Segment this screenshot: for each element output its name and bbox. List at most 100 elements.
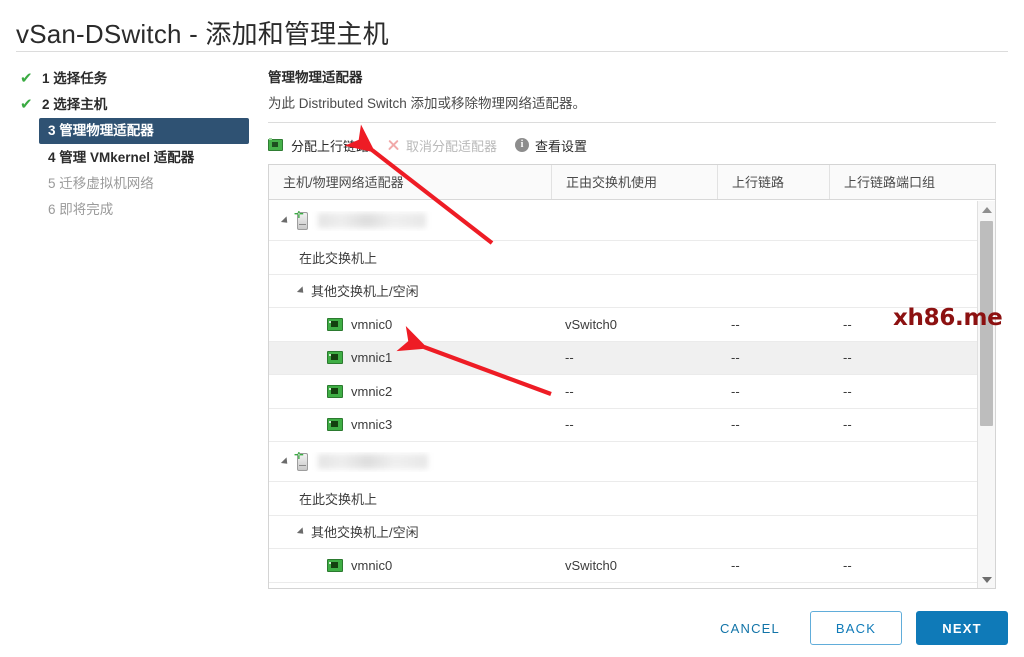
column-header-uplink[interactable]: 上行链路 — [717, 165, 829, 199]
view-settings-label: 查看设置 — [535, 138, 588, 154]
unassign-adapter-label: 取消分配适配器 — [406, 138, 498, 154]
host-icon: ✛ — [294, 452, 310, 472]
uplink-pg-cell: -- — [843, 350, 852, 366]
adapter-name-text: vmnic3 — [351, 417, 393, 433]
adapter-name-cell: vmnic2 — [269, 384, 551, 399]
used-by-cell: -- — [565, 417, 574, 433]
group-label-cell: 其他交换机上/空闲 — [269, 281, 551, 300]
table-row[interactable]: vmnic1 -- -- -- — [269, 583, 995, 589]
used-by-cell: vSwitch0 — [565, 557, 618, 573]
step-2-number: 2 — [42, 97, 50, 112]
uplink-pg-cell: -- — [843, 557, 852, 573]
adapter-name-cell: vmnic1 — [269, 350, 551, 365]
group-label-cell: 在此交换机上 — [299, 250, 378, 266]
table-body: ✛ 在此交换机上 其他交换机上/空闲 vmnic0 vSwitch0 -- --… — [269, 201, 995, 588]
table-row[interactable]: vmnic0 vSwitch0 -- -- — [269, 549, 995, 583]
host-name-cell: ✛ — [269, 452, 551, 472]
sidebar-item-step-2[interactable]: ✔ 2 选择主机 — [14, 92, 254, 117]
redacted-hostname — [318, 213, 426, 228]
step-4-label: 管理 VMkernel 适配器 — [59, 150, 195, 165]
table-row[interactable]: vmnic0 vSwitch0 -- -- — [269, 308, 995, 342]
pane-subtitle: 为此 Distributed Switch 添加或移除物理网络适配器。 — [268, 96, 587, 111]
table-row[interactable]: ✛ — [269, 201, 995, 241]
table-row[interactable]: 在此交换机上 — [269, 241, 995, 275]
view-settings-button[interactable]: i 查看设置 — [515, 136, 587, 155]
nic-assign-icon — [268, 138, 285, 152]
table-toolbar: 分配上行链路 取消分配适配器 i 查看设置 — [268, 134, 1008, 156]
step-4-number: 4 — [48, 150, 56, 165]
uplink-cell: -- — [731, 350, 740, 366]
redacted-hostname — [318, 454, 428, 469]
step-1-number: 1 — [42, 71, 50, 86]
adapter-name-cell: vmnic0 — [269, 317, 551, 332]
host-name-cell: ✛ — [269, 211, 551, 231]
uplink-pg-cell: -- — [843, 417, 852, 433]
group-label-cell: 其他交换机上/空闲 — [269, 522, 551, 541]
adapter-name-text: vmnic0 — [351, 557, 393, 573]
step-5-label: 迁移虚拟机网络 — [59, 176, 154, 191]
adapter-name-cell: vmnic3 — [269, 417, 551, 432]
column-header-uplink-port-group[interactable]: 上行链路端口组 — [829, 165, 995, 199]
chevron-up-icon — [981, 206, 992, 213]
host-icon: ✛ — [294, 211, 310, 231]
sidebar-item-step-6[interactable]: 6 即将完成 — [14, 197, 254, 222]
adapter-name-text: vmnic1 — [351, 350, 393, 366]
watermark: xh86.me — [893, 305, 1003, 331]
check-icon: ✔ — [20, 96, 33, 113]
adapter-name-cell: vmnic0 — [269, 558, 551, 573]
adapters-table: 主机/物理网络适配器 正由交换机使用 上行链路 上行链路端口组 ✛ 在此交换机上… — [268, 164, 996, 589]
red-x-icon — [387, 139, 400, 152]
check-icon: ✔ — [20, 70, 33, 87]
nic-icon — [327, 384, 343, 398]
pane-title: 管理物理适配器 — [268, 70, 363, 85]
table-row[interactable]: vmnic2 -- -- -- — [269, 375, 995, 409]
sidebar-item-step-5[interactable]: 5 迁移虚拟机网络 — [14, 171, 254, 196]
nic-icon — [327, 317, 343, 331]
back-button[interactable]: BACK — [810, 611, 902, 645]
step-3-number: 3 — [48, 123, 56, 138]
next-button[interactable]: NEXT — [916, 611, 1008, 645]
group-label-text: 其他交换机上/空闲 — [311, 525, 419, 541]
table-row[interactable]: 其他交换机上/空闲 — [269, 275, 995, 308]
step-6-label: 即将完成 — [59, 202, 114, 217]
column-header-used-by-switch[interactable]: 正由交换机使用 — [551, 165, 717, 199]
chevron-down-icon[interactable] — [296, 286, 307, 296]
sidebar-item-step-3[interactable]: 3 管理物理适配器 — [39, 118, 249, 144]
cancel-button[interactable]: CANCEL — [704, 611, 796, 645]
table-row[interactable]: vmnic3 -- -- -- — [269, 409, 995, 442]
nic-icon — [327, 418, 343, 432]
assign-uplink-button[interactable]: 分配上行链路 — [268, 136, 369, 155]
chevron-down-icon[interactable] — [280, 215, 291, 226]
used-by-cell: -- — [565, 383, 574, 399]
nic-icon — [327, 558, 343, 572]
table-row[interactable]: vmnic1 -- -- -- — [269, 341, 995, 375]
chevron-down-icon[interactable] — [296, 527, 307, 537]
step-1-label: 选择任务 — [53, 71, 108, 86]
step-6-number: 6 — [48, 202, 56, 217]
adapter-name-text: vmnic2 — [351, 383, 393, 399]
sidebar-item-step-1[interactable]: ✔ 1 选择任务 — [14, 66, 254, 91]
scroll-down-button[interactable] — [978, 571, 995, 588]
table-scrollbar[interactable] — [977, 201, 995, 588]
uplink-cell: -- — [731, 383, 740, 399]
table-row[interactable]: 其他交换机上/空闲 — [269, 516, 995, 549]
sidebar-item-step-4[interactable]: 4 管理 VMkernel 适配器 — [14, 145, 254, 170]
unassign-adapter-button[interactable]: 取消分配适配器 — [387, 136, 497, 155]
group-label-cell: 在此交换机上 — [299, 491, 378, 507]
scroll-up-button[interactable] — [978, 201, 995, 218]
group-label-text: 其他交换机上/空闲 — [311, 284, 419, 300]
uplink-cell: -- — [731, 417, 740, 433]
adapter-name-text: vmnic0 — [351, 316, 393, 332]
used-by-cell: -- — [565, 350, 574, 366]
table-row[interactable]: ✛ — [269, 442, 995, 482]
title-divider — [16, 51, 1008, 52]
column-header-host-adapter[interactable]: 主机/物理网络适配器 — [269, 165, 551, 199]
chevron-down-icon[interactable] — [280, 456, 291, 467]
table-row[interactable]: 在此交换机上 — [269, 482, 995, 516]
uplink-cell: -- — [731, 557, 740, 573]
used-by-cell: vSwitch0 — [565, 316, 618, 332]
footer-buttons: CANCEL BACK NEXT — [704, 611, 1008, 645]
page-title: vSan-DSwitch - 添加和管理主机 — [16, 19, 389, 49]
uplink-pg-cell: -- — [843, 383, 852, 399]
uplink-cell: -- — [731, 316, 740, 332]
